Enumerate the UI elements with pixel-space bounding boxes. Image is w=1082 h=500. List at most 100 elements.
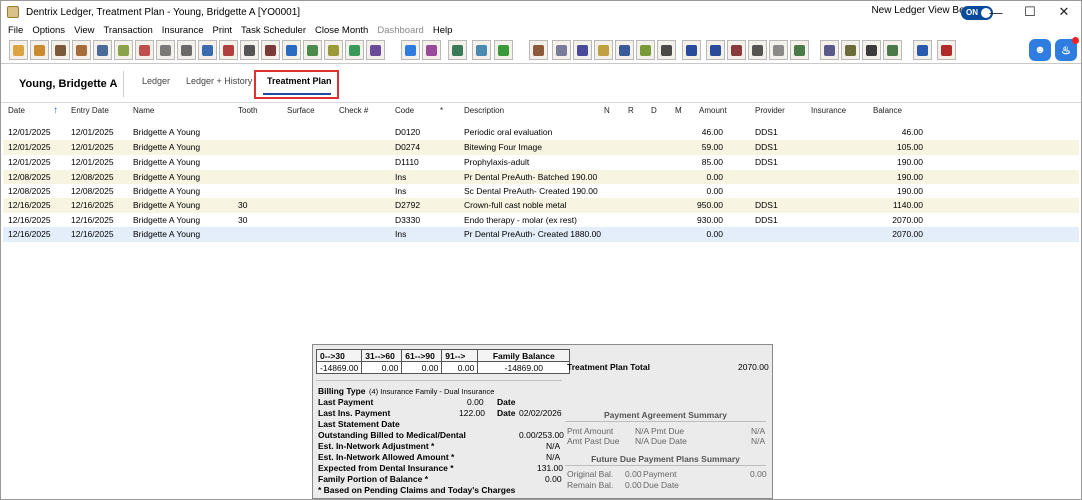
info-icon[interactable] [913, 40, 932, 60]
pending-icon[interactable] [820, 40, 839, 60]
continuing-care-icon[interactable] [261, 40, 280, 60]
calculator-icon[interactable] [748, 40, 767, 60]
sort-up-icon: ↑ [53, 105, 58, 116]
notification-bell-icon[interactable]: ♨ [1055, 37, 1079, 61]
prescriptions-icon[interactable] [573, 40, 592, 60]
calendar-icon[interactable] [594, 40, 613, 60]
tab-ledger-history[interactable]: Ledger + History [186, 76, 252, 86]
table-row[interactable]: 12/08/2025 12/08/2025 Bridgette A Young Ins… [3, 184, 1079, 199]
notes-icon[interactable] [345, 40, 364, 60]
table-row[interactable]: 12/16/2025 12/16/2025 Bridgette A Young Ins… [3, 227, 1079, 242]
minimize-icon[interactable]: — [979, 1, 1013, 23]
patient-picker-icon[interactable] [529, 40, 548, 60]
menu-file[interactable]: File [8, 25, 23, 36]
table-row[interactable]: 12/16/2025 12/16/2025 Bridgette A Young 30 D… [3, 213, 1079, 228]
referral-icon[interactable] [282, 40, 301, 60]
cell-amount: 950.00 [697, 200, 723, 210]
post-payment-icon[interactable] [9, 40, 28, 60]
cell-description: Prophylaxis-adult [464, 157, 530, 167]
col-n[interactable]: N [604, 106, 610, 115]
ins-payment-icon[interactable] [706, 40, 725, 60]
col-name[interactable]: Name [133, 106, 154, 115]
print-icon[interactable] [366, 40, 385, 60]
chat-bot-icon[interactable]: ☻ [1029, 39, 1051, 61]
office-journal-icon[interactable] [156, 40, 175, 60]
col-entry-date[interactable]: Entry Date [71, 106, 109, 115]
amt-past-due-label: Amt Past Due [567, 436, 620, 446]
cell-name: Bridgette A Young [133, 229, 201, 239]
family-file-icon[interactable] [30, 40, 49, 60]
report-icon[interactable] [769, 40, 788, 60]
menu-print[interactable]: Print [213, 25, 233, 36]
statement-icon[interactable] [177, 40, 196, 60]
col-balance[interactable]: Balance [873, 106, 902, 115]
billing-icon[interactable] [135, 40, 154, 60]
tp-total-value: 2070.00 [738, 362, 769, 372]
patient-info-icon[interactable] [93, 40, 112, 60]
walk-icon[interactable] [862, 40, 881, 60]
transfer-icon[interactable] [636, 40, 655, 60]
image-icon[interactable] [448, 40, 467, 60]
cell-code: D0120 [395, 127, 421, 137]
document-center-icon[interactable] [324, 40, 343, 60]
tab-ledger[interactable]: Ledger [142, 76, 170, 86]
cell-name: Bridgette A Young [133, 142, 201, 152]
col-surface[interactable]: Surface [287, 106, 315, 115]
chart-icon[interactable] [51, 40, 70, 60]
col-tooth[interactable]: Tooth [238, 106, 258, 115]
payment-plan-2-icon[interactable] [790, 40, 809, 60]
col-check[interactable]: Check # [339, 106, 368, 115]
cell-code: D1110 [395, 157, 419, 167]
aging-value: 0.00 [361, 361, 403, 374]
col-star[interactable]: * [440, 106, 443, 115]
col-insurance[interactable]: Insurance [811, 106, 846, 115]
user-icon[interactable] [883, 40, 902, 60]
col-m[interactable]: M [675, 106, 682, 115]
questionnaire-icon[interactable] [615, 40, 634, 60]
ebill-icon[interactable] [472, 40, 491, 60]
menu-close-month[interactable]: Close Month [315, 25, 368, 36]
table-row[interactable]: 12/01/2025 12/01/2025 Bridgette A Young D01… [3, 125, 1079, 140]
batch-icon[interactable] [657, 40, 676, 60]
expected-label: Expected from Dental Insurance * [318, 463, 454, 473]
menu-options[interactable]: Options [32, 25, 65, 36]
col-r[interactable]: R [628, 106, 634, 115]
last-statement-label: Last Statement Date [318, 419, 400, 429]
col-code[interactable]: Code [395, 106, 414, 115]
col-description[interactable]: Description [464, 106, 504, 115]
payment-plan-icon[interactable] [303, 40, 322, 60]
ins-claim-icon[interactable] [682, 40, 701, 60]
close-icon[interactable]: ✕ [1047, 1, 1081, 23]
medical-alerts-icon[interactable] [240, 40, 259, 60]
help-icon[interactable] [401, 40, 420, 60]
maximize-icon[interactable]: ☐ [1013, 1, 1047, 23]
cell-code: D0274 [395, 142, 421, 152]
quick-letters-icon[interactable] [552, 40, 571, 60]
letters-icon[interactable] [422, 40, 441, 60]
pmt-amount-value: N/A [635, 426, 650, 436]
menu-task-scheduler[interactable]: Task Scheduler [241, 25, 306, 36]
card-icon[interactable] [937, 40, 956, 60]
claims-icon[interactable] [219, 40, 238, 60]
menu-insurance[interactable]: Insurance [162, 25, 204, 36]
table-row[interactable]: 12/16/2025 12/16/2025 Bridgette A Young 30 D… [3, 198, 1079, 213]
table-row[interactable]: 12/01/2025 12/01/2025 Bridgette A Young D11… [3, 155, 1079, 170]
walkout-icon[interactable] [198, 40, 217, 60]
tax-icon[interactable] [727, 40, 746, 60]
refresh-icon[interactable] [494, 40, 513, 60]
col-provider[interactable]: Provider [755, 106, 785, 115]
col-date[interactable]: Date [8, 106, 25, 115]
insurance-icon[interactable] [114, 40, 133, 60]
col-amount[interactable]: Amount [699, 106, 727, 115]
menu-view[interactable]: View [74, 25, 94, 36]
menu-transaction[interactable]: Transaction [103, 25, 152, 36]
table-row[interactable]: 12/08/2025 12/08/2025 Bridgette A Young Ins… [3, 170, 1079, 185]
appointment-book-icon[interactable] [72, 40, 91, 60]
table-row[interactable]: 12/01/2025 12/01/2025 Bridgette A Young D02… [3, 140, 1079, 155]
cell-provider: DDS1 [755, 127, 778, 137]
pmt-amount-label: Pmt Amount [567, 426, 614, 436]
collections-icon[interactable] [841, 40, 860, 60]
menu-help[interactable]: Help [433, 25, 453, 36]
col-d[interactable]: D [651, 106, 657, 115]
active-tab-indicator [263, 93, 331, 95]
